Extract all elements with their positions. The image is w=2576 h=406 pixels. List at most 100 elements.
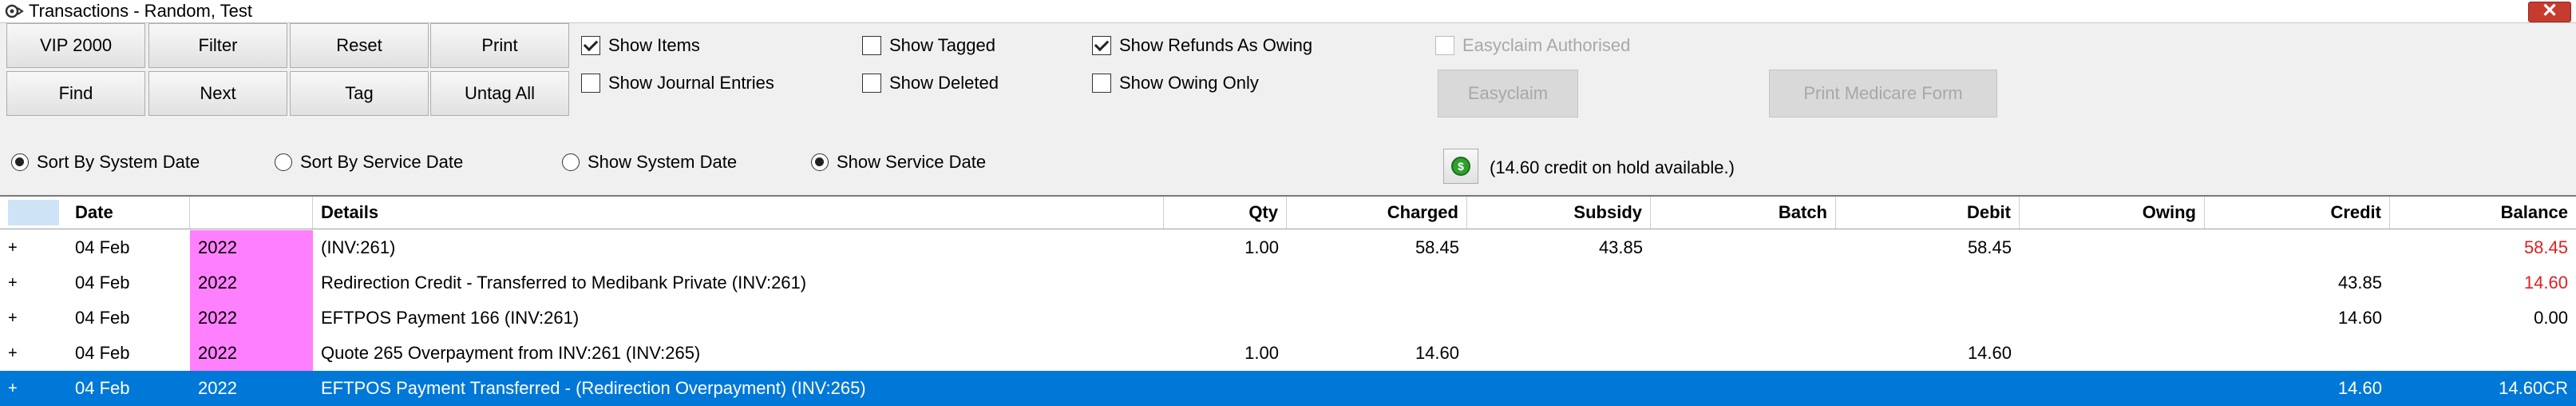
cell-date: 04 Feb — [75, 343, 130, 363]
cell-charged: 58.45 — [1415, 237, 1459, 257]
cell-credit — [2205, 230, 2390, 265]
cell-date: 04 Feb — [75, 308, 130, 328]
column-header-owing[interactable]: Owing — [2020, 197, 2205, 229]
grid-corner[interactable] — [8, 200, 59, 225]
show-journal-entries-label: Show Journal Entries — [608, 73, 774, 93]
radio-dot[interactable] — [275, 153, 292, 171]
cell-charged — [1287, 371, 1467, 406]
next-button[interactable]: Next — [148, 71, 287, 116]
cell-batch — [1651, 301, 1836, 336]
filter-button[interactable]: Filter — [148, 23, 287, 68]
expand-toggle[interactable]: + — [0, 230, 67, 265]
show-refunds-as-owing-label: Show Refunds As Owing — [1119, 35, 1313, 55]
column-header-debit[interactable]: Debit — [1836, 197, 2020, 229]
show-system-date-label: Show System Date — [588, 152, 738, 172]
reset-button[interactable]: Reset — [290, 23, 429, 68]
vip-button[interactable]: VIP 2000 — [6, 23, 145, 68]
show-owing-only-label: Show Owing Only — [1119, 73, 1259, 93]
show-service-date-radio[interactable]: Show Service Date — [811, 152, 986, 173]
table-row[interactable]: +04 Feb 2022 EFTPOS Payment Transferred - … — [0, 371, 2576, 406]
cell-balance: 0.00 — [2534, 308, 2568, 328]
column-header-subsidy[interactable]: Subsidy — [1467, 197, 1651, 229]
cell-balance: 58.45 — [2523, 237, 2568, 257]
credit-on-hold-text: (14.60 credit on hold available.) — [1490, 157, 1735, 177]
cell-year: 2022 — [198, 378, 237, 398]
print-button[interactable]: Print — [430, 23, 569, 68]
show-refunds-as-owing-checkbox[interactable]: Show Refunds As Owing — [1092, 35, 1312, 56]
show-items-label: Show Items — [608, 35, 700, 55]
cell-owing — [2020, 336, 2205, 371]
column-header-qty[interactable]: Qty — [1164, 197, 1287, 229]
cell-subsidy — [1467, 336, 1651, 371]
expand-toggle[interactable]: + — [0, 371, 67, 406]
column-header-date[interactable]: Date — [67, 197, 190, 229]
easyclaim-button[interactable]: Easyclaim — [1438, 70, 1578, 117]
column-header-balance[interactable]: Balance — [2390, 197, 2576, 229]
table-row[interactable]: +04 Feb 2022 EFTPOS Payment 166 (INV:261) 1… — [0, 301, 2576, 336]
cell-qty — [1164, 371, 1287, 406]
show-owing-only-checkbox[interactable]: Show Owing Only — [1092, 73, 1259, 94]
cell-owing — [2020, 265, 2205, 301]
table-row[interactable]: +04 Feb 2022 Redirection Credit - Transfer… — [0, 265, 2576, 301]
credit-on-hold-button[interactable]: $ — [1443, 149, 1478, 184]
show-service-date-label: Show Service Date — [837, 152, 987, 172]
expand-toggle[interactable]: + — [0, 301, 67, 336]
radio-dot[interactable] — [811, 153, 829, 171]
cell-owing — [2020, 301, 2205, 336]
cell-batch — [1651, 371, 1836, 406]
sort-by-system-date-radio[interactable]: Sort By System Date — [11, 152, 200, 173]
sort-by-service-date-label: Sort By Service Date — [300, 152, 464, 172]
checkbox-box[interactable] — [862, 74, 881, 93]
column-header-credit[interactable]: Credit — [2205, 197, 2390, 229]
column-header-charged[interactable]: Charged — [1287, 197, 1467, 229]
cell-year: 2022 — [190, 265, 313, 301]
untag-all-button[interactable]: Untag All — [430, 71, 569, 116]
close-button[interactable]: ✕ — [2528, 2, 2571, 22]
checkbox-box[interactable] — [1092, 36, 1111, 55]
cell-charged: 14.60 — [1415, 343, 1459, 363]
checkbox-box[interactable] — [581, 74, 600, 93]
dollar-coin-icon: $ — [1451, 157, 1470, 176]
find-button[interactable]: Find — [6, 71, 145, 116]
cell-batch — [1651, 265, 1836, 301]
show-deleted-checkbox[interactable]: Show Deleted — [862, 73, 999, 94]
cell-batch — [1651, 230, 1836, 265]
show-system-date-radio[interactable]: Show System Date — [562, 152, 737, 173]
window-title: Transactions - Random, Test — [29, 1, 253, 21]
cell-year: 2022 — [190, 336, 313, 371]
show-deleted-label: Show Deleted — [889, 73, 999, 93]
cell-qty — [1164, 301, 1287, 336]
show-items-checkbox[interactable]: Show Items — [581, 35, 700, 56]
cell-owing — [2020, 371, 2205, 406]
show-tagged-checkbox[interactable]: Show Tagged — [862, 35, 995, 56]
checkbox-box[interactable] — [1092, 74, 1111, 93]
cell-details: Redirection Credit - Transferred to Medi… — [321, 273, 807, 293]
tag-button[interactable]: Tag — [290, 71, 429, 116]
radio-dot[interactable] — [11, 153, 29, 171]
cell-balance: 14.60 — [2523, 273, 2568, 293]
cell-charged — [1287, 265, 1467, 301]
cell-debit — [1836, 265, 2020, 301]
column-header-details[interactable]: Details — [313, 197, 1164, 229]
column-header-batch[interactable]: Batch — [1651, 197, 1836, 229]
print-medicare-form-button[interactable]: Print Medicare Form — [1769, 70, 1997, 117]
radio-dot[interactable] — [562, 153, 580, 171]
checkbox-box — [1435, 36, 1454, 55]
cell-credit — [2205, 336, 2390, 371]
cell-credit: 14.60 — [2337, 378, 2382, 398]
cell-debit: 14.60 — [1967, 343, 2012, 363]
cell-batch — [1651, 336, 1836, 371]
transactions-grid: Date Details Qty Charged Subsidy Batch D… — [0, 195, 2576, 406]
toolbar: VIP 2000 Filter Reset Print Find Next Ta… — [0, 23, 2576, 194]
column-header-year[interactable] — [190, 197, 313, 229]
show-journal-entries-checkbox[interactable]: Show Journal Entries — [581, 73, 774, 94]
table-row[interactable]: +04 Feb 2022 (INV:261) 1.00 58.45 43.85 58.45 5… — [0, 230, 2576, 265]
gear-icon[interactable] — [5, 2, 24, 20]
checkbox-box[interactable] — [862, 36, 881, 55]
table-row[interactable]: +04 Feb 2022 Quote 265 Overpayment from IN… — [0, 336, 2576, 371]
checkbox-box[interactable] — [581, 36, 600, 55]
expand-toggle[interactable]: + — [0, 336, 67, 371]
expand-toggle[interactable]: + — [0, 265, 67, 301]
sort-by-service-date-radio[interactable]: Sort By Service Date — [275, 152, 463, 173]
easyclaim-authorised-checkbox: Easyclaim Authorised — [1435, 35, 1630, 56]
